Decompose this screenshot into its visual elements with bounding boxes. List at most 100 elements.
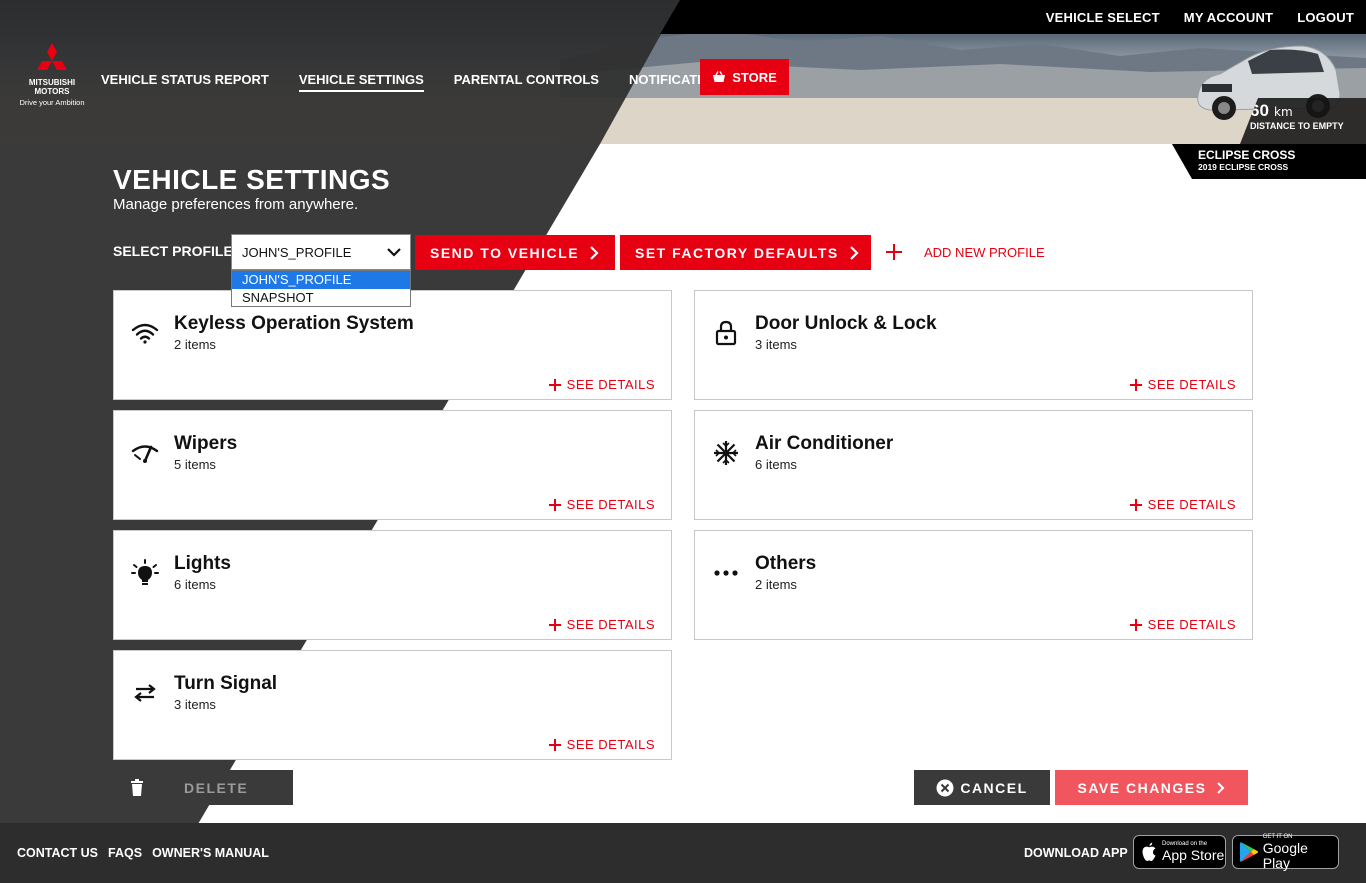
close-circle-icon: [936, 779, 954, 796]
card-title: Door Unlock & Lock: [755, 313, 937, 334]
see-details-link[interactable]: SEE DETAILS: [548, 377, 655, 392]
card-count: 2 items: [755, 577, 797, 592]
nav-vehicle-status-report[interactable]: VEHICLE STATUS REPORT: [101, 72, 269, 92]
add-new-profile-button[interactable]: ADD NEW PROFILE: [884, 242, 1045, 262]
plus-icon: [548, 498, 561, 511]
cancel-label: CANCEL: [960, 779, 1028, 796]
apple-icon: [1142, 842, 1156, 861]
card-wipers[interactable]: Wipers 5 items SEE DETAILS: [113, 410, 672, 520]
more-dots-icon: [711, 559, 741, 587]
card-others[interactable]: Others 2 items SEE DETAILS: [694, 530, 1253, 640]
delete-button[interactable]: DELETE: [113, 770, 293, 805]
profile-dropdown-list: JOHN'S_PROFILE SNAPSHOT: [231, 270, 411, 307]
see-details-link[interactable]: SEE DETAILS: [1129, 377, 1236, 392]
profile-select-value: JOHN'S_PROFILE: [242, 244, 352, 260]
range-unit: km: [1274, 105, 1293, 119]
see-details-link[interactable]: SEE DETAILS: [548, 737, 655, 752]
profile-option-snapshot[interactable]: SNAPSHOT: [232, 289, 410, 307]
set-factory-defaults-label: SET FACTORY DEFAULTS: [635, 244, 839, 261]
card-count: 3 items: [755, 337, 797, 352]
card-count: 6 items: [174, 577, 216, 592]
card-title: Lights: [174, 553, 231, 574]
page-title: VEHICLE SETTINGS: [113, 164, 391, 195]
trash-icon: [131, 779, 143, 796]
see-details-label: SEE DETAILS: [1147, 497, 1236, 512]
vehicle-select-link[interactable]: VEHICLE SELECT: [1046, 10, 1160, 25]
lock-icon: [711, 319, 741, 347]
nav-vehicle-settings[interactable]: VEHICLE SETTINGS: [298, 72, 424, 92]
plus-icon: [548, 738, 561, 751]
delete-label: DELETE: [184, 779, 249, 796]
page-subtitle: Manage preferences from anywhere.: [113, 196, 359, 213]
store-label: STORE: [732, 69, 777, 85]
profile-option-johns-profile[interactable]: JOHN'S_PROFILE: [232, 271, 410, 289]
send-to-vehicle-button[interactable]: SEND TO VEHICLE: [415, 235, 615, 270]
contact-us-link[interactable]: CONTACT US: [17, 846, 98, 860]
card-title: Wipers: [174, 433, 238, 454]
footer: CONTACT US FAQS OWNER'S MANUAL DOWNLOAD …: [0, 823, 1366, 883]
profile-select[interactable]: JOHN'S_PROFILE: [231, 234, 411, 270]
plus-icon: [1129, 498, 1142, 511]
logo-brand-line1: MITSUBISHI: [28, 78, 76, 87]
cancel-button[interactable]: CANCEL: [914, 770, 1050, 805]
save-changes-button[interactable]: SAVE CHANGES: [1055, 770, 1248, 805]
chevron-right-icon: [590, 245, 599, 260]
footer-links: CONTACT US FAQS OWNER'S MANUAL: [17, 846, 269, 860]
card-lights[interactable]: Lights 6 items SEE DETAILS: [113, 530, 672, 640]
three-diamond-logo-icon: [37, 43, 67, 70]
range-label: DISTANCE TO EMPTY: [1250, 121, 1344, 131]
chevron-down-icon: [387, 248, 401, 257]
plus-icon: [548, 618, 561, 631]
owners-manual-link[interactable]: OWNER'S MANUAL: [152, 846, 269, 860]
card-title: Keyless Operation System: [174, 313, 414, 334]
snowflake-icon: [711, 439, 741, 467]
card-title: Air Conditioner: [755, 433, 894, 454]
see-details-label: SEE DETAILS: [566, 617, 655, 632]
see-details-label: SEE DETAILS: [1147, 377, 1236, 392]
google-play-badge[interactable]: GET IT ON Google Play: [1232, 834, 1339, 871]
see-details-link[interactable]: SEE DETAILS: [1129, 617, 1236, 632]
google-play-big: Google Play: [1262, 839, 1308, 871]
wiper-icon: [130, 439, 160, 467]
chevron-right-icon: [849, 245, 859, 260]
set-factory-defaults-button[interactable]: SET FACTORY DEFAULTS: [620, 235, 871, 270]
card-title: Turn Signal: [174, 673, 278, 694]
chevron-right-icon: [1217, 781, 1225, 794]
card-count: 6 items: [755, 457, 797, 472]
card-door-unlock-lock[interactable]: Door Unlock & Lock 3 items SEE DETAILS: [694, 290, 1253, 400]
add-new-profile-label: ADD NEW PROFILE: [924, 244, 1045, 260]
see-details-label: SEE DETAILS: [566, 737, 655, 752]
download-app-label: DOWNLOAD APP: [1024, 846, 1128, 860]
card-air-conditioner[interactable]: Air Conditioner 6 items SEE DETAILS: [694, 410, 1253, 520]
see-details-link[interactable]: SEE DETAILS: [1129, 497, 1236, 512]
mitsubishi-logo[interactable]: MITSUBISHI MOTORS Drive your Ambition: [14, 42, 90, 107]
store-button[interactable]: STORE: [700, 59, 789, 95]
card-count: 3 items: [174, 697, 216, 712]
wifi-icon: [130, 319, 160, 347]
see-details-link[interactable]: SEE DETAILS: [548, 617, 655, 632]
see-details-label: SEE DETAILS: [566, 377, 655, 392]
see-details-label: SEE DETAILS: [1147, 617, 1236, 632]
nav-parental-controls[interactable]: PARENTAL CONTROLS: [454, 72, 599, 92]
logo-tagline: Drive your Ambition: [19, 98, 85, 107]
my-account-link[interactable]: MY ACCOUNT: [1184, 10, 1273, 25]
plus-icon: [1129, 618, 1142, 631]
select-profile-label: SELECT PROFILE: [113, 243, 233, 259]
card-count: 5 items: [174, 457, 216, 472]
app-store-big: App Store: [1162, 847, 1225, 863]
card-turn-signal[interactable]: Turn Signal 3 items SEE DETAILS: [113, 650, 672, 760]
vehicle-name-box[interactable]: ECLIPSE CROSS 2019 ECLIPSE CROSS: [1172, 144, 1366, 179]
faqs-link[interactable]: FAQS: [108, 846, 142, 860]
vehicle-model: ECLIPSE CROSS: [1198, 148, 1296, 162]
plus-icon: [886, 244, 902, 260]
save-changes-label: SAVE CHANGES: [1077, 779, 1207, 796]
vehicle-year-model: 2019 ECLIPSE CROSS: [1198, 162, 1289, 172]
app-store-badge[interactable]: Download on the App Store: [1133, 835, 1226, 869]
logout-link[interactable]: LOGOUT: [1297, 10, 1354, 25]
distance-to-empty: 60 km DISTANCE TO EMPTY: [1240, 98, 1366, 144]
plus-icon: [1129, 378, 1142, 391]
see-details-link[interactable]: SEE DETAILS: [548, 497, 655, 512]
send-to-vehicle-label: SEND TO VEHICLE: [430, 244, 580, 261]
light-bulb-icon: [130, 559, 160, 587]
top-links: VEHICLE SELECT MY ACCOUNT LOGOUT: [1046, 10, 1354, 25]
